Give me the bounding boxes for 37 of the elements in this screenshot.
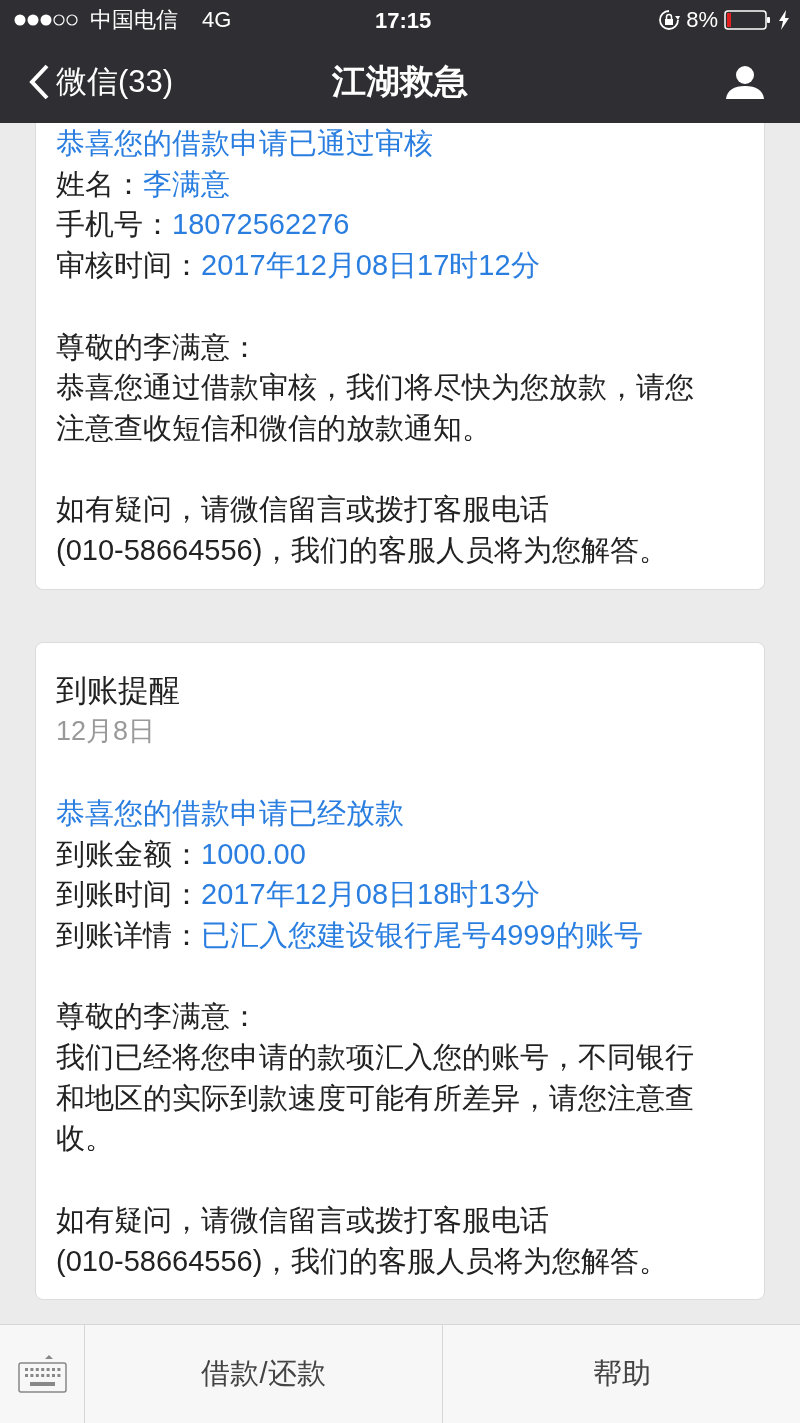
field-value: 1000.00: [201, 836, 306, 872]
field-label: 姓名：: [56, 166, 143, 202]
carrier-name: 中国电信: [90, 6, 178, 34]
lightning-icon: [778, 10, 790, 30]
field-label: 到账详情：: [56, 917, 201, 953]
field-label: 审核时间：: [56, 248, 201, 284]
field-value: 18072562276: [172, 207, 350, 243]
clock: 17:15: [375, 8, 432, 34]
field-label: 手机号：: [56, 207, 172, 243]
field-label: 到账时间：: [56, 877, 201, 913]
menu-button[interactable]: 借款/还款: [85, 1325, 443, 1423]
network-type: 4G: [202, 7, 232, 33]
contact-text: 如有疑问，请微信留言或拨打客服电话 (010-58664556)，我们的客服人员将为您解答。: [56, 492, 670, 568]
profile-button[interactable]: [726, 64, 764, 99]
greeting-text: 尊敬的李满意：: [56, 329, 260, 365]
greeting-text: 尊敬的李满意：: [56, 999, 260, 1035]
back-button[interactable]: 微信(33): [28, 60, 174, 103]
body-text: 恭喜您通过借款审核，我们将尽快为您放款，请您注意查收短信和微信的放款通知。: [56, 370, 695, 446]
page-title: 江湖救急: [332, 60, 468, 102]
card-headline: 恭喜您的借款申请已通过审核: [56, 126, 434, 161]
card-headline: 恭喜您的借款申请已经放款: [56, 795, 405, 831]
battery-icon: [724, 10, 772, 30]
field-value: 李满意: [143, 166, 230, 202]
rotation-lock-icon: [658, 9, 681, 31]
field-value: 2017年12月08日18时13分: [201, 877, 540, 913]
chevron-left-icon: [28, 63, 50, 100]
card-title: 到账提醒: [56, 671, 181, 710]
field-value: 2017年12月08日17时12分: [201, 248, 540, 284]
contact-text: 如有疑问，请微信留言或拨打客服电话 (010-58664556)，我们的客服人员将为您解答。: [56, 1202, 670, 1279]
battery-percent: 8%: [686, 7, 718, 33]
menu-button[interactable]: 帮助: [443, 1325, 800, 1423]
body-text: 我们已经将您申请的款项汇入您的账号，不同银行和地区的实际到款速度可能有所差异，请您注意查收。: [56, 1040, 695, 1157]
card-date: 12月8日: [56, 715, 157, 749]
field-label: 到账金额：: [56, 836, 201, 872]
person-icon: [726, 64, 764, 99]
keyboard-icon: [17, 1355, 67, 1393]
field-value: 已汇入您建设银行尾号4999的账号: [201, 917, 643, 953]
